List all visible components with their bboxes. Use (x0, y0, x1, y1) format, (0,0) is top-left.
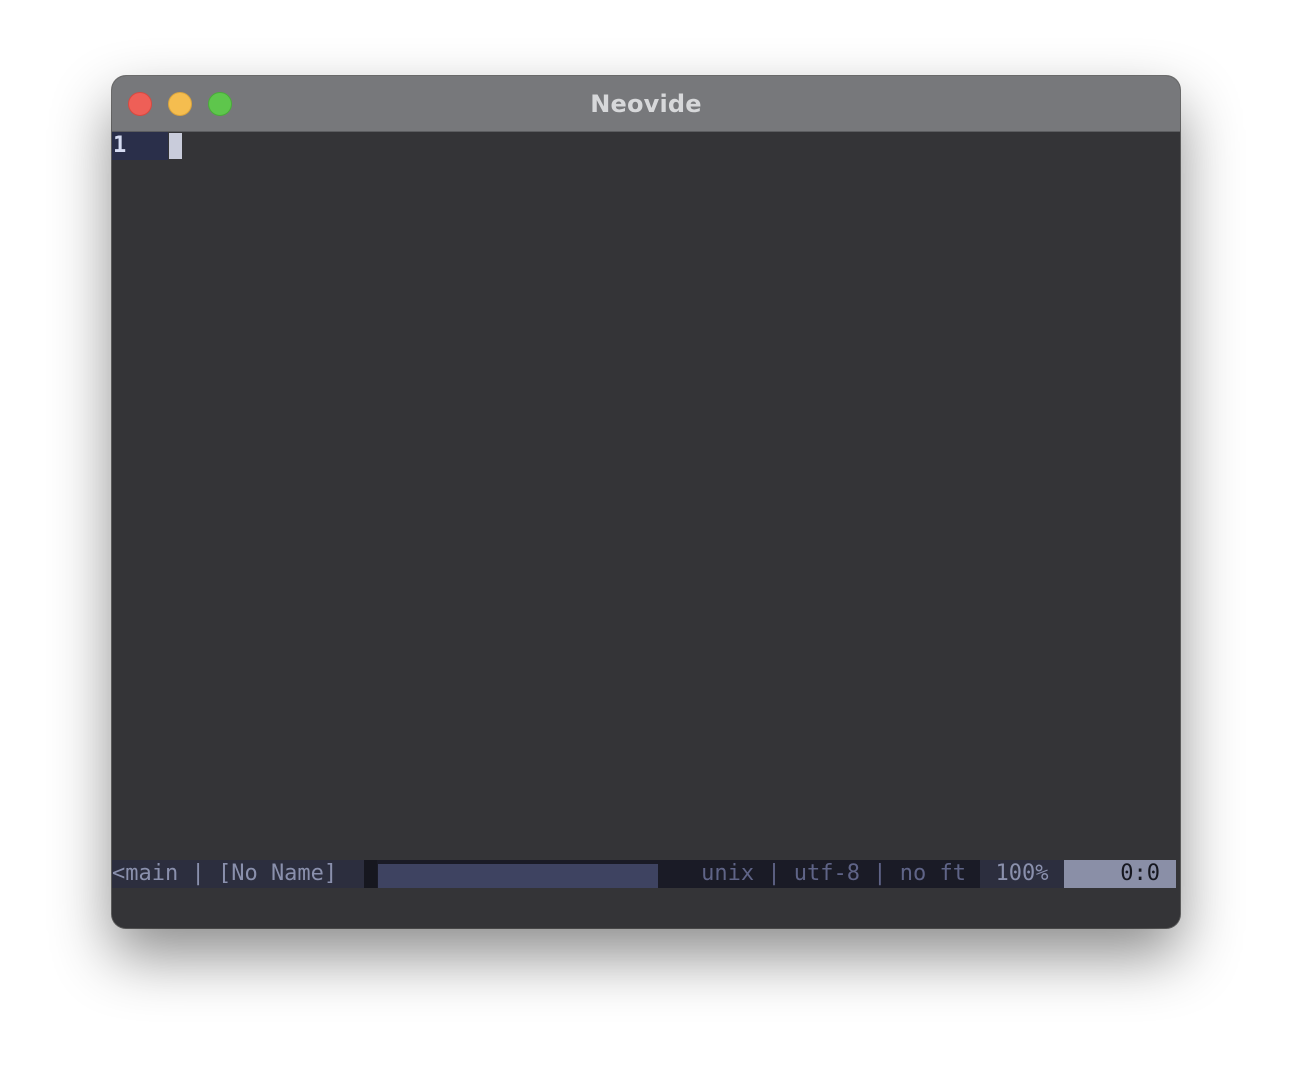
statusline-separator (364, 860, 377, 888)
statusline: <main | [No Name] unix | utf-8 | no ft 1… (112, 860, 1176, 888)
command-line[interactable] (112, 888, 1180, 928)
statusline-branch-file: <main | [No Name] (112, 860, 364, 888)
statusline-progress-fill (378, 864, 658, 888)
statusline-file-info: unix | utf-8 | no ft (659, 860, 980, 888)
title-bar[interactable]: Neovide (112, 76, 1180, 132)
statusline-percent: 100% (980, 860, 1064, 888)
editor-area[interactable]: 1 (112, 132, 1180, 860)
window-title: Neovide (590, 90, 702, 118)
line-number: 1 (112, 132, 168, 160)
statusline-cursor-position: 0:0 (1064, 860, 1176, 888)
text-cursor (169, 133, 182, 159)
neovide-window: Neovide 1 <main | [No Name] unix | utf-8… (112, 76, 1180, 928)
